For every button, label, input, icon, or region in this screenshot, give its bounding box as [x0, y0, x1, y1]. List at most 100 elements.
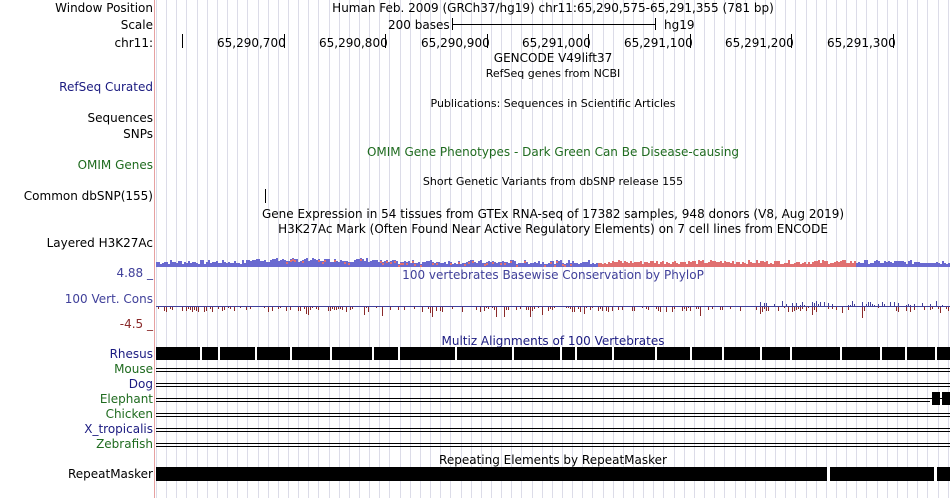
phylop-negative [898, 307, 899, 312]
h3k27ac-bar [652, 261, 654, 267]
refseq-curated-label[interactable]: RefSeq Curated [59, 80, 153, 94]
repeat-element[interactable] [830, 467, 934, 481]
label-separator [154, 0, 155, 498]
elephant-block[interactable] [942, 392, 950, 405]
elephant-alignment[interactable] [156, 398, 950, 399]
cons-track-label[interactable]: 100 Vert. Cons [65, 292, 153, 306]
repeat-element[interactable] [156, 467, 827, 481]
grid-line [846, 0, 847, 498]
dog-label[interactable]: Dog [129, 377, 153, 391]
mouse-alignment[interactable] [156, 368, 950, 369]
phylop-negative [366, 307, 367, 308]
refseq-track-title[interactable]: RefSeq genes from NCBI [486, 67, 621, 81]
phylop-negative [796, 307, 797, 310]
chicken-alignment[interactable] [156, 413, 950, 414]
h3k27ac-signal[interactable] [156, 255, 950, 267]
phylop-negative [550, 307, 551, 309]
repeatmasker-label[interactable]: RepeatMasker [68, 467, 153, 481]
zebrafish-label[interactable]: Zebrafish [96, 437, 153, 451]
layered-h3k27ac-label[interactable]: Layered H3K27Ac [47, 236, 153, 250]
elephant-block[interactable] [932, 392, 940, 405]
multiz-track-title[interactable]: Multiz Alignments of 100 Vertebrates [441, 334, 664, 348]
phylop-negative [878, 307, 879, 308]
h3k27ac-bar [568, 260, 570, 267]
h3k27ac-bar [882, 263, 884, 267]
h3k27ac-bar [930, 263, 932, 267]
phylop-track-title[interactable]: 100 vertebrates Basewise Conservation by… [402, 268, 704, 282]
omim-track-title[interactable]: OMIM Gene Phenotypes - Dark Green Can Be… [367, 145, 739, 159]
omim-genes-label[interactable]: OMIM Genes [78, 158, 153, 172]
rhesus-alignment[interactable] [156, 347, 950, 360]
phylop-negative [814, 307, 815, 310]
h3k27ac-bar [214, 262, 216, 267]
h3k27ac-bar [478, 261, 480, 267]
snps-label[interactable]: SNPs [123, 127, 153, 141]
h3k27ac-bar [866, 260, 868, 267]
h3k27ac-overlay [464, 264, 466, 266]
h3k27ac-overlay [450, 263, 452, 265]
h3k27ac-bar [352, 262, 354, 267]
h3k27ac-bar [552, 261, 554, 267]
rhesus-gap [255, 347, 257, 360]
sequences-label[interactable]: Sequences [88, 111, 153, 125]
h3k27ac-bar [288, 261, 290, 267]
h3k27ac-bar [560, 260, 562, 267]
phylop-negative [508, 307, 509, 310]
grid-line [663, 0, 664, 498]
chicken-label[interactable]: Chicken [106, 407, 153, 421]
h3k27ac-overlay [334, 260, 336, 262]
phylop-negative [414, 307, 415, 309]
rhesus-gap [880, 347, 882, 360]
h3k27ac-bar [904, 262, 906, 267]
phylop-signal[interactable] [156, 296, 950, 320]
phylop-negative [948, 307, 949, 311]
publications-track-title[interactable]: Publications: Sequences in Scientific Ar… [431, 97, 676, 111]
h3k27ac-bar [244, 263, 246, 267]
grid-line [318, 0, 319, 498]
phylop-negative [486, 307, 487, 308]
grid-line [714, 0, 715, 498]
h3k27ac-bar [940, 264, 942, 267]
gencode-track-title[interactable]: GENCODE V49lift37 [494, 51, 612, 65]
h3k27ac-bar [170, 260, 172, 267]
gtex-track-title[interactable]: Gene Expression in 54 tissues from GTEx … [262, 207, 844, 221]
h3k27ac-bar [262, 261, 264, 267]
h3k27ac-track-title[interactable]: H3K27Ac Mark (Often Found Near Active Re… [278, 222, 828, 236]
phylop-positive [930, 304, 931, 306]
h3k27ac-bar [610, 263, 612, 267]
h3k27ac-bar [300, 261, 302, 267]
ruler-label: 65,291,200 [725, 36, 794, 50]
mouse-label[interactable]: Mouse [114, 362, 153, 376]
h3k27ac-bar [864, 260, 866, 267]
chicken-alignment-double [156, 416, 950, 417]
h3k27ac-bar [654, 263, 656, 267]
x-tropicalis-label[interactable]: X_tropicalis [84, 422, 153, 436]
phylop-positive [824, 302, 825, 306]
elephant-label[interactable]: Elephant [100, 392, 153, 406]
dog-alignment[interactable] [156, 383, 950, 384]
phylop-negative [484, 307, 485, 311]
dbsnp-track-title[interactable]: Short Genetic Variants from dbSNP releas… [423, 175, 683, 189]
h3k27ac-bar [546, 264, 548, 267]
phylop-negative [828, 307, 829, 309]
phylop-negative [720, 307, 721, 310]
zebrafish-alignment[interactable] [156, 443, 950, 444]
h3k27ac-bar [580, 263, 582, 267]
scale-label: Scale [120, 18, 153, 32]
h3k27ac-bar [232, 263, 234, 267]
h3k27ac-bar [488, 261, 490, 267]
h3k27ac-bar [860, 263, 862, 267]
repeat-element[interactable] [937, 467, 950, 481]
phylop-negative [618, 307, 619, 310]
snp-variant-mark[interactable] [265, 189, 266, 203]
repeatmasker-track-title[interactable]: Repeating Elements by RepeatMasker [439, 453, 667, 467]
ruler-label: 65,291,100 [624, 36, 693, 50]
rhesus-gap [840, 347, 842, 360]
h3k27ac-bar [898, 261, 900, 267]
rhesus-label[interactable]: Rhesus [110, 347, 153, 361]
common-dbsnp-label[interactable]: Common dbSNP(155) [24, 189, 153, 203]
x-tropicalis-alignment[interactable] [156, 428, 950, 429]
phylop-positive [894, 302, 895, 306]
phylop-negative [906, 307, 907, 311]
genome-browser-image[interactable]: Window Position Scale chr11: RefSeq Cura… [0, 0, 950, 498]
